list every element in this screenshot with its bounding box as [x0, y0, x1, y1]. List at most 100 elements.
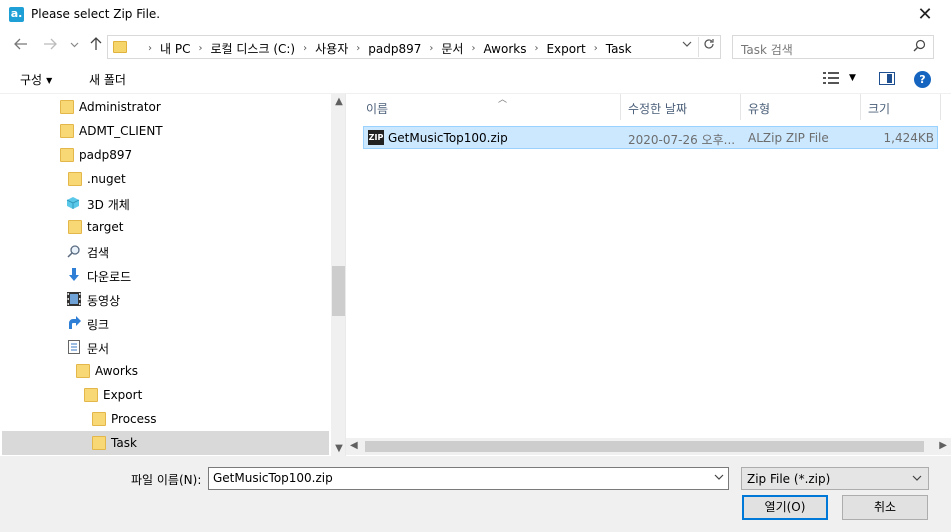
scrollbar-thumb[interactable] [332, 266, 345, 316]
column-header-label: 크기 [868, 102, 891, 116]
open-button[interactable]: 열기(O) [742, 495, 828, 520]
column-header-name[interactable]: 이름 ︿ [358, 94, 620, 120]
breadcrumb-item[interactable]: Aworks [483, 42, 526, 56]
column-header-label: 수정한 날짜 [628, 102, 688, 116]
filename-label: 파일 이름(N): [131, 473, 202, 487]
close-button[interactable]: ✕ [913, 4, 937, 26]
folder-icon [60, 100, 74, 114]
breadcrumb-item[interactable]: 내 PC [160, 40, 190, 57]
column-header-type[interactable]: 유형 [740, 94, 860, 120]
search-box[interactable]: Task 검색 [732, 35, 934, 59]
scroll-left-icon[interactable]: ◀ [350, 440, 358, 451]
tree-item-administrator[interactable]: Administrator [2, 95, 329, 119]
breadcrumb-item[interactable]: 사용자 [315, 40, 348, 57]
tree-item-3d-objects[interactable]: 3D 개체 [2, 191, 329, 215]
tree-item-label: .nuget [87, 172, 126, 186]
tree-item-admt-client[interactable]: ADMT_CLIENT [2, 119, 329, 143]
dialog-footer: 파일 이름(N): Zip File (*.zip) 열기(O) 취소 [0, 456, 951, 532]
chevron-right-icon[interactable]: › [534, 43, 538, 54]
tree-item-label: Task [111, 436, 137, 450]
breadcrumb-item[interactable]: Task [606, 42, 632, 56]
tree-item-label: 링크 [87, 318, 110, 332]
tree-item-links[interactable]: 링크 [2, 311, 329, 335]
folder-icon [113, 41, 127, 53]
zip-file-icon: ZIP [368, 130, 384, 145]
link-icon [69, 316, 81, 329]
new-folder-button[interactable]: 새 폴더 [89, 71, 126, 88]
file-type-filter[interactable]: Zip File (*.zip) [741, 467, 929, 490]
scroll-right-icon[interactable]: ▶ [939, 440, 947, 451]
column-header-modified[interactable]: 수정한 날짜 [620, 94, 740, 120]
chevron-right-icon[interactable]: › [594, 43, 598, 54]
chevron-down-icon [70, 42, 78, 48]
address-bar[interactable]: › 내 PC › 로컬 디스크 (C:) › 사용자 › padp897 › 문… [107, 35, 721, 59]
tree-item-label: padp897 [79, 148, 133, 162]
file-dialog: a. Please select Zip File. ✕ › 내 PC › 로컬… [0, 0, 951, 532]
refresh-button[interactable] [698, 37, 718, 57]
recent-locations-button[interactable] [64, 36, 84, 58]
tree-item-padp897[interactable]: padp897 [2, 143, 329, 167]
organize-button[interactable]: 구성 ▼ [20, 71, 52, 88]
chevron-right-icon[interactable]: › [198, 43, 202, 54]
chevron-right-icon[interactable]: › [429, 43, 433, 54]
address-dropdown-button[interactable] [678, 38, 696, 56]
window-title: Please select Zip File. [31, 7, 161, 21]
column-header-size[interactable]: 크기 [860, 94, 940, 120]
filename-input[interactable] [213, 471, 703, 485]
tree-item-process[interactable]: Process [2, 407, 329, 431]
filename-combobox[interactable] [208, 467, 729, 490]
forward-button[interactable] [40, 36, 60, 58]
tree-item-task[interactable]: Task [2, 431, 329, 455]
chevron-right-icon[interactable]: › [356, 43, 360, 54]
folder-icon [68, 172, 82, 186]
up-button[interactable] [86, 36, 106, 58]
horizontal-scrollbar[interactable]: ◀ ▶ [346, 438, 951, 455]
file-row[interactable]: ZIP GetMusicTop100.zip 2020-07-26 오후... … [363, 126, 938, 149]
chevron-down-icon[interactable] [714, 472, 724, 485]
video-icon [67, 292, 81, 306]
tree-item-documents[interactable]: 문서 [2, 335, 329, 359]
tree-item-target[interactable]: target [2, 215, 329, 239]
chevron-down-icon[interactable] [912, 473, 922, 486]
tree-item-label: 3D 개체 [87, 198, 130, 212]
scroll-down-icon[interactable]: ▼ [331, 443, 345, 454]
view-options-icon[interactable] [823, 72, 839, 84]
back-button[interactable] [11, 36, 31, 58]
tree-item-label: 문서 [87, 342, 110, 356]
tree-item-search[interactable]: 검색 [2, 239, 329, 263]
tree-scrollbar[interactable]: ▲ ▼ [331, 94, 345, 456]
folder-icon [92, 436, 106, 450]
file-name: GetMusicTop100.zip [388, 131, 508, 145]
preview-pane-icon[interactable] [879, 72, 895, 85]
breadcrumb-item[interactable]: 문서 [441, 40, 463, 57]
cancel-button[interactable]: 취소 [842, 495, 928, 520]
folder-icon [60, 148, 74, 162]
command-toolbar: 구성 ▼ 새 폴더 ▼ ? [0, 64, 951, 94]
tree-item-export[interactable]: Export [2, 383, 329, 407]
tree-item-nuget[interactable]: .nuget [2, 167, 329, 191]
breadcrumb-item[interactable]: 로컬 디스크 (C:) [210, 40, 295, 57]
scrollbar-thumb[interactable] [365, 441, 924, 452]
column-separator[interactable] [940, 94, 941, 120]
caret-down-icon[interactable]: ▼ [849, 73, 856, 83]
breadcrumb-item[interactable]: padp897 [368, 42, 421, 56]
folder-icon [68, 220, 82, 234]
chevron-right-icon[interactable]: › [303, 43, 307, 54]
3d-objects-icon [66, 197, 80, 209]
tree-item-downloads[interactable]: 다운로드 [2, 263, 329, 287]
tree-item-aworks[interactable]: Aworks [2, 359, 329, 383]
tree-item-label: ADMT_CLIENT [79, 124, 163, 138]
search-icon [67, 245, 80, 258]
folder-icon [76, 364, 90, 378]
breadcrumb-item[interactable]: Export [546, 42, 585, 56]
file-type: ALZip ZIP File [748, 131, 829, 145]
download-icon [69, 268, 79, 281]
chevron-right-icon: › [148, 43, 152, 54]
file-list: 이름 ︿ 수정한 날짜 유형 크기 ZIP GetMusicTop100.zip… [346, 94, 951, 456]
help-icon[interactable]: ? [914, 71, 931, 88]
search-icon[interactable] [911, 39, 927, 55]
search-input[interactable]: Task 검색 [741, 41, 793, 58]
chevron-right-icon[interactable]: › [471, 43, 475, 54]
tree-item-videos[interactable]: 동영상 [2, 287, 329, 311]
scroll-up-icon[interactable]: ▲ [331, 96, 345, 107]
